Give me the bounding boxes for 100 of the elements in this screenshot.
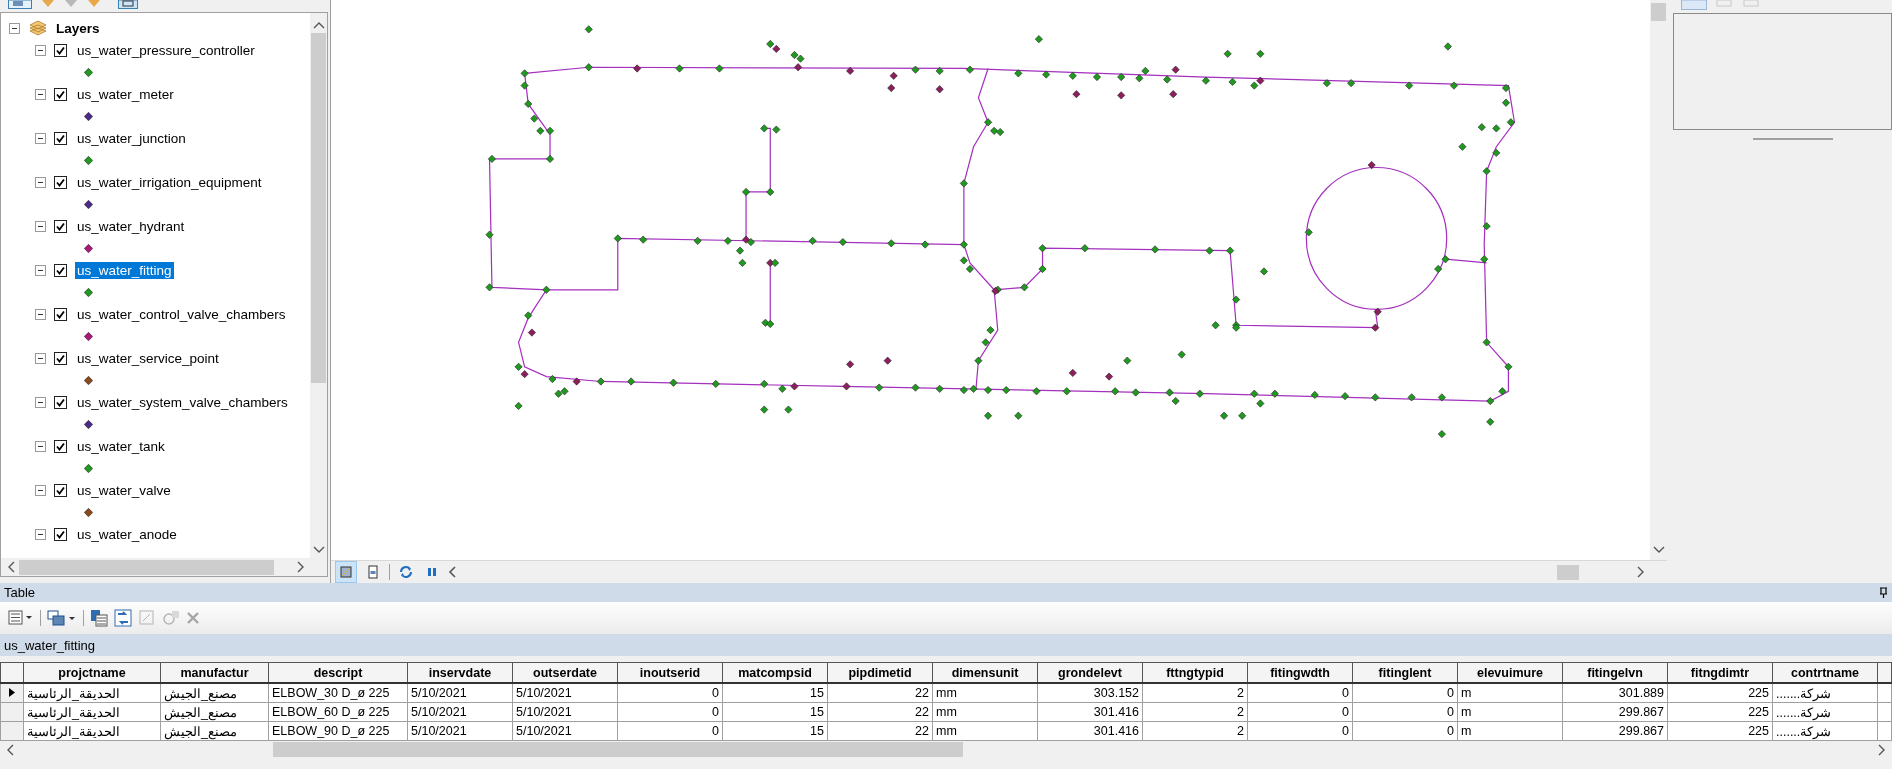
column-header[interactable]: fttngtypid (1142, 662, 1248, 683)
table-cell: 301.416 (1037, 721, 1143, 741)
table-cell: 22 (827, 721, 933, 741)
layer-name[interactable]: us_water_system_valve_chambers (75, 393, 290, 411)
options-icon[interactable] (118, 0, 138, 9)
scrollbar-thumb[interactable] (1651, 3, 1666, 21)
collapse-toggle[interactable] (9, 22, 20, 34)
table-cell: mm (932, 683, 1038, 703)
collapse-toggle[interactable] (35, 352, 46, 364)
column-header[interactable]: grondelevt (1037, 662, 1143, 683)
layer-name[interactable]: us_water_irrigation_equipment (75, 173, 264, 191)
table-cell: 15 (722, 683, 828, 703)
table-cell: m (1457, 683, 1563, 703)
column-header[interactable]: matcompsid (722, 662, 828, 683)
switch-selection-icon[interactable] (114, 609, 132, 627)
layer-name[interactable]: us_water_fitting (75, 261, 174, 279)
checkbox[interactable] (54, 395, 67, 409)
scrollbar-thumb[interactable] (311, 33, 326, 383)
scroll-left-icon[interactable] (6, 743, 14, 756)
table-cell: 0 (1352, 702, 1458, 722)
collapse-toggle[interactable] (35, 44, 46, 56)
scrollbar-thumb[interactable] (1557, 564, 1579, 580)
scroll-right-icon[interactable] (1637, 566, 1645, 578)
column-header[interactable]: contrtname (1772, 662, 1878, 683)
table-cell: 22 (827, 683, 933, 703)
table-options-icon[interactable] (8, 610, 34, 626)
checkbox[interactable] (54, 439, 67, 453)
checkbox[interactable] (54, 175, 67, 189)
layer-name[interactable]: us_water_control_valve_chambers (75, 305, 288, 323)
checkbox[interactable] (54, 87, 67, 101)
checkbox[interactable] (54, 43, 67, 57)
table-cell: 225 (1667, 683, 1773, 703)
scrollbar-thumb[interactable] (19, 559, 274, 575)
scroll-left-icon[interactable] (448, 566, 456, 578)
column-header[interactable]: elevuimure (1457, 662, 1563, 683)
collapse-toggle[interactable] (35, 440, 46, 452)
collapse-toggle[interactable] (35, 220, 46, 232)
layer-name[interactable]: us_water_valve (75, 481, 173, 499)
checkbox[interactable] (54, 131, 67, 145)
collapse-toggle[interactable] (35, 484, 46, 496)
related-tables-icon[interactable] (47, 609, 77, 627)
table-cell: 0 (617, 702, 723, 722)
table-cell: mm (932, 721, 1038, 741)
checkbox[interactable] (54, 263, 67, 277)
collapse-toggle[interactable] (35, 132, 46, 144)
layer-name[interactable]: us_water_anode (75, 525, 179, 543)
scroll-down-icon[interactable] (1652, 546, 1665, 554)
scrollbar-thumb[interactable] (273, 742, 963, 757)
checkbox[interactable] (54, 219, 67, 233)
table-cell: 2 (1142, 683, 1248, 703)
tree-root-label[interactable]: Layers (56, 20, 100, 36)
collapse-toggle[interactable] (35, 308, 46, 320)
table-cell: 5/10/2021 (407, 721, 513, 741)
column-header[interactable]: dimensunit (932, 662, 1038, 683)
column-header[interactable]: manufactur (160, 662, 269, 683)
layer-name[interactable]: us_water_pressure_controller (75, 41, 257, 59)
layer-name[interactable]: us_water_hydrant (75, 217, 187, 235)
collapse-toggle[interactable] (35, 88, 46, 100)
panel-title: Table (4, 585, 36, 600)
collapse-toggle[interactable] (35, 176, 46, 188)
table-cell: شركة....... (1772, 721, 1878, 741)
column-header[interactable]: inoutserid (617, 662, 723, 683)
table-cell: 15 (722, 702, 828, 722)
scroll-down-icon[interactable] (312, 546, 325, 554)
column-header[interactable]: descript (268, 662, 408, 683)
checkbox[interactable] (54, 307, 67, 321)
table-cell: m (1457, 702, 1563, 722)
collapse-toggle[interactable] (35, 264, 46, 276)
scroll-right-icon[interactable] (297, 561, 305, 573)
pin-icon[interactable] (1879, 587, 1888, 598)
column-header[interactable]: inservdate (407, 662, 513, 683)
select-by-attributes-icon[interactable] (90, 609, 108, 627)
list-icon[interactable] (8, 0, 32, 9)
layer-name[interactable]: us_water_service_point (75, 349, 221, 367)
layer-name[interactable]: us_water_junction (75, 129, 188, 147)
column-header[interactable]: pipdimetid (827, 662, 933, 683)
column-header[interactable]: outserdate (512, 662, 618, 683)
layer-name[interactable]: us_water_meter (75, 85, 176, 103)
data-view-icon[interactable] (335, 561, 357, 583)
checkbox[interactable] (54, 351, 67, 365)
scroll-right-icon[interactable] (1878, 743, 1886, 756)
scroll-left-icon[interactable] (7, 561, 15, 573)
table-cell: 0 (617, 721, 723, 741)
table-cell: 5/10/2021 (512, 702, 618, 722)
column-header[interactable]: projctname (23, 662, 161, 683)
table-cell: شركة....... (1772, 683, 1878, 703)
column-header[interactable]: fitingelvn (1562, 662, 1668, 683)
table-cell: 5/10/2021 (407, 702, 513, 722)
column-header[interactable]: fitinglent (1352, 662, 1458, 683)
layer-name[interactable]: us_water_tank (75, 437, 167, 455)
table-cell: 0 (1247, 721, 1353, 741)
column-header[interactable]: fitingwdth (1247, 662, 1353, 683)
checkbox[interactable] (54, 483, 67, 497)
checkbox[interactable] (54, 527, 67, 541)
column-header[interactable]: fitngdimtr (1667, 662, 1773, 683)
collapse-toggle[interactable] (35, 528, 46, 540)
scroll-up-icon[interactable] (312, 21, 325, 29)
collapse-toggle[interactable] (35, 396, 46, 408)
table-cell: 5/10/2021 (512, 683, 618, 703)
table-cell: شركة....... (1772, 702, 1878, 722)
